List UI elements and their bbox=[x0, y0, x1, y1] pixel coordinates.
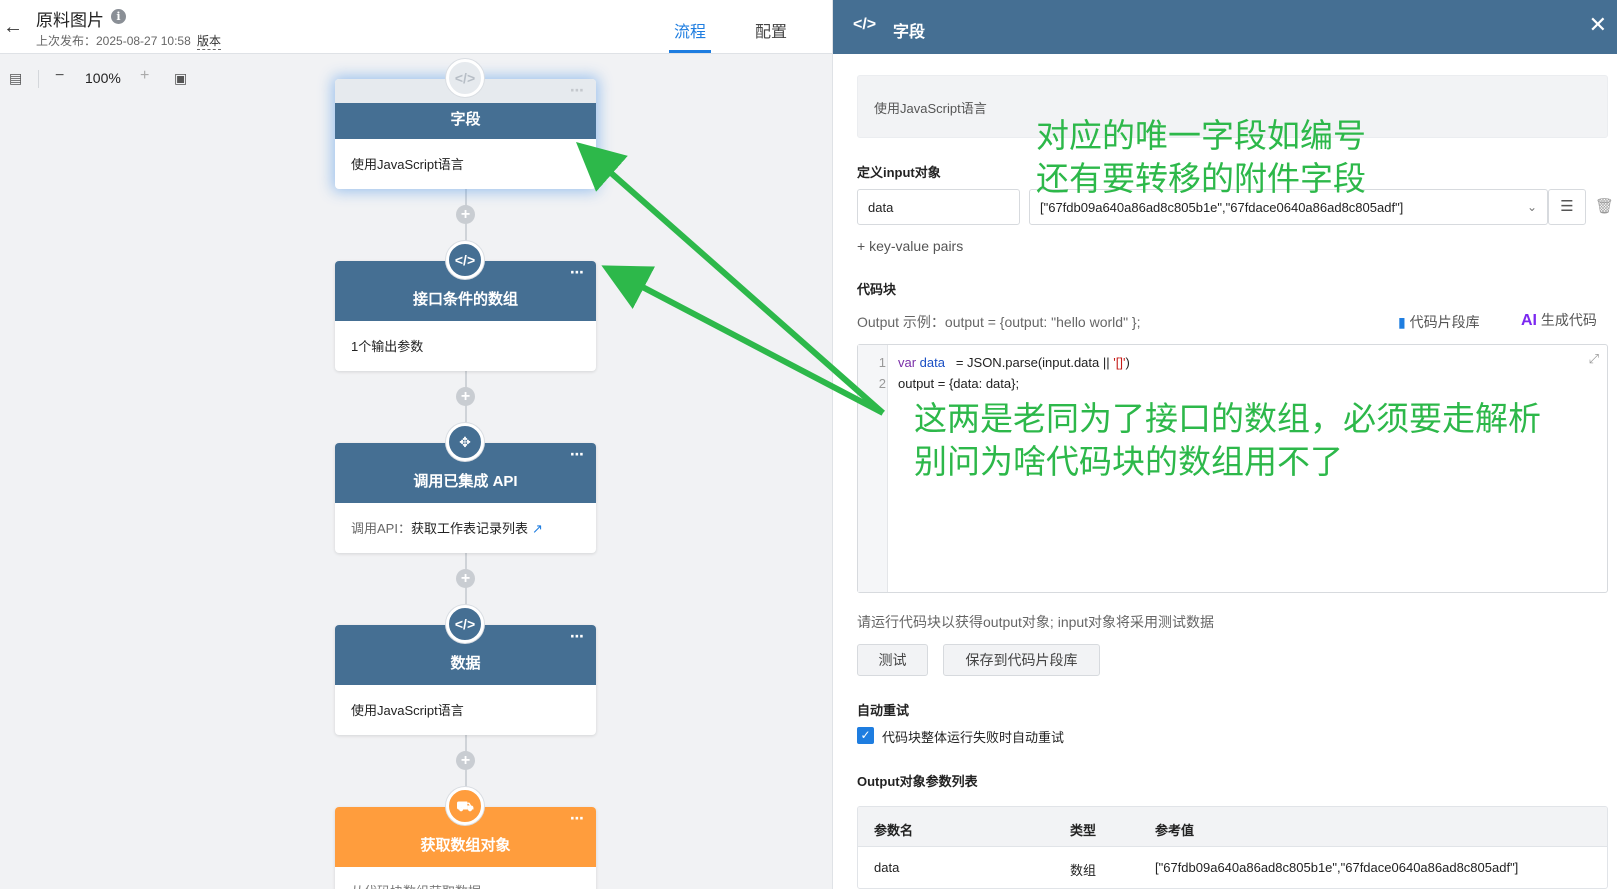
annotation-note-2: 这两是老同为了接口的数组，必须要走解析 别问为啥代码块的数组用不了 bbox=[914, 397, 1541, 483]
annotation-text: 这两是老同为了接口的数组，必须要走解析 bbox=[914, 399, 1541, 438]
annotation-note-1: 对应的唯一字段如编号 还有要转移的附件字段 bbox=[1036, 114, 1366, 200]
annotation-text: 对应的唯一字段如编号 bbox=[1036, 116, 1366, 155]
annotation-text: 别问为啥代码块的数组用不了 bbox=[914, 442, 1343, 481]
annotation-text: 还有要转移的附件字段 bbox=[1036, 159, 1366, 198]
